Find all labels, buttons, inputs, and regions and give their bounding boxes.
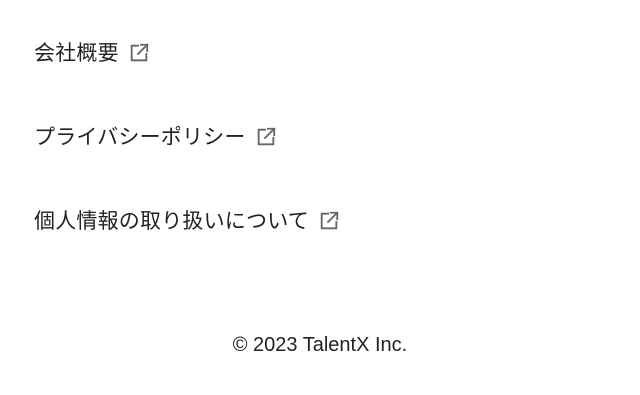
privacy-policy-label: プライバシーポリシー <box>34 125 246 149</box>
copyright-text: © 2023 TalentX Inc. <box>232 334 408 356</box>
external-link-icon <box>318 210 340 232</box>
personal-info-handling-link[interactable]: 個人情報の取り扱いについて <box>34 205 594 237</box>
external-link-icon <box>128 42 150 64</box>
personal-info-handling-label: 個人情報の取り扱いについて <box>34 209 309 233</box>
privacy-policy-link[interactable]: プライバシーポリシー <box>34 121 594 153</box>
footer-links: 会社概要 プライバシーポリシー 個人情報の取り扱いについて <box>34 37 594 237</box>
external-link-icon <box>255 126 277 148</box>
company-overview-link[interactable]: 会社概要 <box>34 37 594 69</box>
company-overview-label: 会社概要 <box>34 41 119 65</box>
